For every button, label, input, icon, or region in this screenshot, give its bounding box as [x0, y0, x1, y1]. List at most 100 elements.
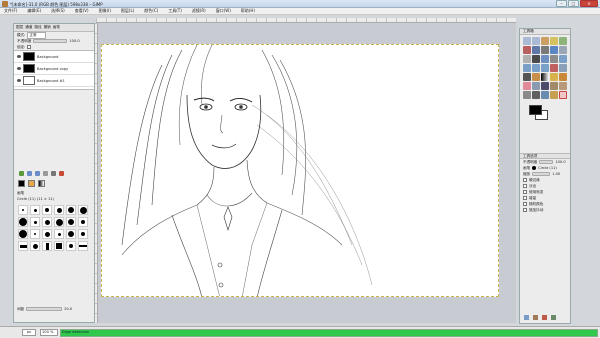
brush-cell[interactable]	[54, 205, 64, 215]
brush-cell[interactable]	[18, 217, 28, 227]
spacing-slider[interactable]	[26, 307, 63, 311]
opt-scale-value[interactable]: 1.00	[552, 172, 560, 176]
brush-cell[interactable]	[30, 229, 40, 239]
perspective-icon[interactable]	[541, 64, 549, 72]
brush-cell[interactable]	[54, 229, 64, 239]
raise-layer-icon[interactable]	[27, 171, 32, 176]
gradient-swatch[interactable]	[38, 180, 45, 187]
menu-edit[interactable]: 编辑(E)	[27, 8, 41, 14]
color-picker-icon[interactable]	[550, 46, 558, 54]
cage-icon[interactable]	[559, 64, 567, 72]
option-checkbox[interactable]	[523, 196, 527, 200]
menu-file[interactable]: 文件(F)	[4, 8, 17, 14]
foreground-color[interactable]	[529, 105, 542, 115]
rect-select-icon[interactable]	[523, 37, 531, 45]
lock-checkbox[interactable]	[27, 45, 32, 49]
airbrush-icon[interactable]	[532, 82, 540, 90]
blend-icon[interactable]	[541, 73, 549, 81]
brush-cell[interactable]	[66, 241, 76, 251]
brush-cell[interactable]	[66, 229, 76, 239]
delete-options-icon[interactable]	[542, 315, 547, 320]
opt-check-row[interactable]: 施加抖动	[520, 207, 570, 213]
menu-filters[interactable]: 滤镜(R)	[192, 8, 206, 14]
option-checkbox[interactable]	[523, 190, 527, 194]
tab-channels[interactable]: 通道	[25, 25, 32, 30]
menu-image[interactable]: 图像(I)	[99, 8, 111, 14]
lower-layer-icon[interactable]	[35, 171, 40, 176]
spacing-value[interactable]: 20.0	[64, 307, 72, 311]
brush-cell[interactable]	[54, 241, 64, 251]
reset-options-icon[interactable]	[551, 315, 556, 320]
menu-tools[interactable]: 工具(T)	[168, 8, 182, 14]
layer-row[interactable]: Background	[14, 51, 94, 63]
rotate-icon[interactable]	[559, 55, 567, 63]
option-checkbox[interactable]	[523, 178, 527, 182]
paintbrush-icon[interactable]	[559, 73, 567, 81]
pattern-swatch[interactable]	[28, 180, 35, 187]
align-icon[interactable]	[541, 55, 549, 63]
brush-cell[interactable]	[18, 229, 28, 239]
fuzzy-select-icon[interactable]	[550, 37, 558, 45]
opt-opacity-slider[interactable]	[539, 160, 554, 164]
zoom-select[interactable]: 100 %	[40, 329, 58, 336]
move-icon[interactable]	[532, 55, 540, 63]
save-options-icon[interactable]	[524, 315, 529, 320]
maximize-button[interactable]: □	[568, 0, 579, 7]
anchor-layer-icon[interactable]	[51, 171, 56, 176]
menu-colors[interactable]: 颜色(C)	[144, 8, 158, 14]
brush-cell[interactable]	[42, 205, 52, 215]
menu-view[interactable]: 查看(V)	[75, 8, 89, 14]
brush-cell[interactable]	[30, 217, 40, 227]
scale-icon[interactable]	[523, 64, 531, 72]
text-icon[interactable]	[523, 73, 531, 81]
brush-cell[interactable]	[30, 205, 40, 215]
heal-icon[interactable]	[559, 82, 567, 90]
option-checkbox[interactable]	[523, 184, 527, 188]
brush-cell[interactable]	[30, 241, 40, 251]
opt-opacity-value[interactable]: 100.0	[555, 160, 565, 164]
fg-swatch-small[interactable]	[18, 180, 25, 187]
paths-icon[interactable]	[541, 46, 549, 54]
option-checkbox[interactable]	[523, 202, 527, 206]
menu-help[interactable]: 帮助(H)	[241, 8, 255, 14]
shear-icon[interactable]	[532, 64, 540, 72]
minimize-button[interactable]: –	[556, 0, 567, 7]
tab-undo[interactable]: 撤销	[44, 25, 51, 30]
tab-layers[interactable]: 图层	[16, 25, 23, 30]
brush-cell[interactable]	[18, 205, 28, 215]
menu-select[interactable]: 选择(S)	[51, 8, 65, 14]
visibility-icon[interactable]	[17, 55, 21, 58]
close-button[interactable]: ✕	[580, 0, 598, 7]
crop-icon[interactable]	[550, 55, 558, 63]
flip-icon[interactable]	[550, 64, 558, 72]
menu-layer[interactable]: 图层(L)	[121, 8, 134, 14]
ellipse-select-icon[interactable]	[532, 37, 540, 45]
airbrush-alt-icon[interactable]	[550, 91, 558, 99]
opacity-value[interactable]: 100.0	[69, 39, 79, 43]
image-canvas[interactable]	[101, 44, 499, 297]
opt-brush-value[interactable]: Circle (11)	[538, 166, 557, 170]
brush-cell[interactable]	[42, 217, 52, 227]
new-layer-icon[interactable]	[19, 171, 24, 176]
scissors-icon[interactable]	[523, 46, 531, 54]
delete-layer-icon[interactable]	[59, 171, 64, 176]
brush-cell[interactable]	[78, 205, 88, 215]
pencil-icon[interactable]	[550, 73, 558, 81]
brush-cell[interactable]	[54, 217, 64, 227]
opt-scale-slider[interactable]	[532, 172, 551, 176]
measure-icon[interactable]	[523, 55, 531, 63]
free-select-icon[interactable]	[541, 37, 549, 45]
brush-cell[interactable]	[78, 241, 88, 251]
brush-cell[interactable]	[18, 241, 28, 251]
brush-cell[interactable]	[78, 229, 88, 239]
brush-cell[interactable]	[42, 229, 52, 239]
opacity-slider[interactable]	[33, 39, 68, 43]
menu-windows[interactable]: 窗口(W)	[216, 8, 231, 14]
ink-icon[interactable]	[541, 82, 549, 90]
tab-paths[interactable]: 路径	[34, 25, 41, 30]
brush-preview-icon[interactable]	[532, 166, 537, 170]
layer-row[interactable]: Background copy	[14, 63, 94, 75]
brush-cell[interactable]	[78, 217, 88, 227]
option-checkbox[interactable]	[523, 208, 527, 212]
brush-cell[interactable]	[66, 217, 76, 227]
